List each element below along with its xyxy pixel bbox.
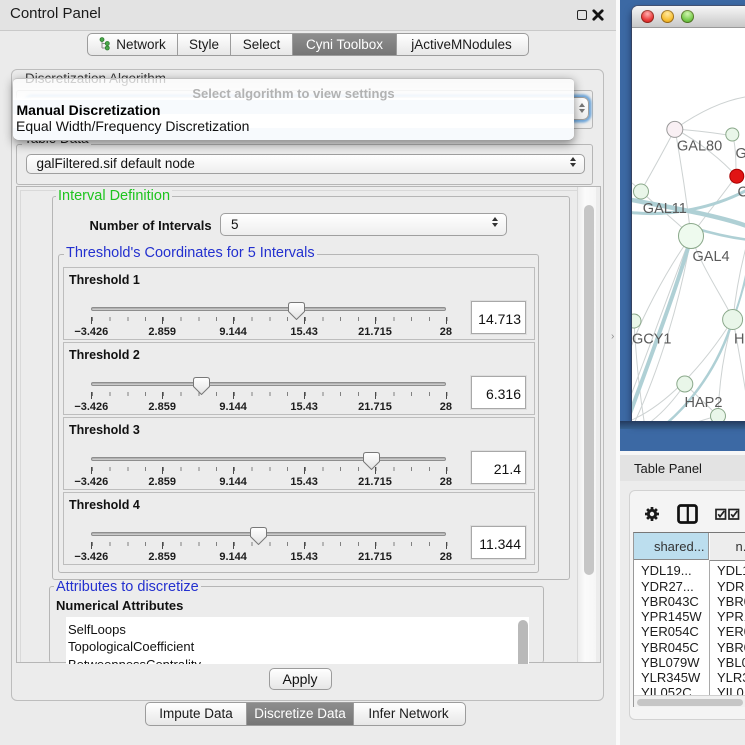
svg-text:G.: G. (736, 146, 745, 162)
svg-text:GAL11: GAL11 (643, 201, 687, 217)
svg-text:GAL80: GAL80 (677, 139, 722, 155)
svg-text:GCY1: GCY1 (632, 332, 672, 348)
svg-text:H: H (734, 332, 744, 348)
svg-text:HAP2: HAP2 (685, 395, 723, 411)
svg-text:C: C (738, 185, 745, 201)
svg-text:GAL4: GAL4 (693, 249, 730, 265)
